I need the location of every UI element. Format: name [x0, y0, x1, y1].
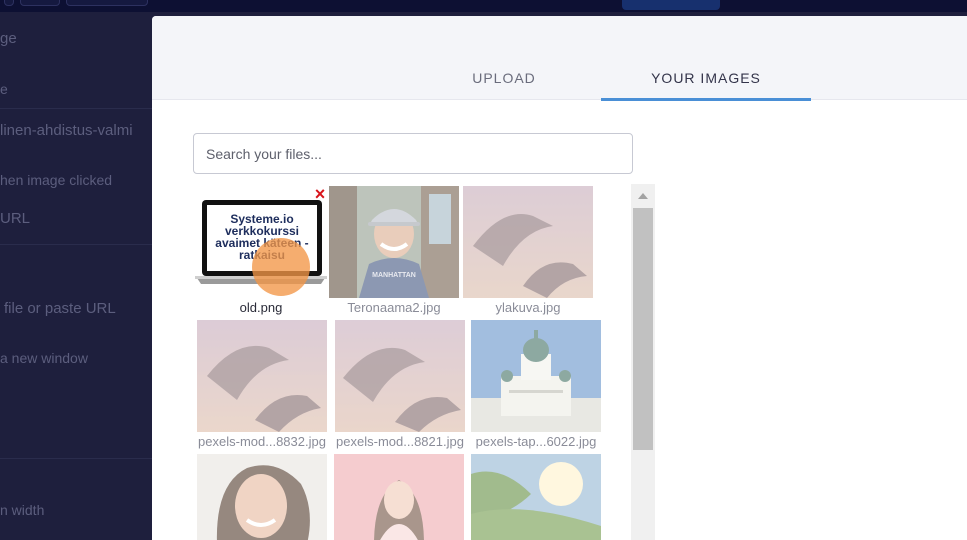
image-tile[interactable]: pexels-mod...8832.jpg — [197, 320, 327, 452]
click-indicator — [252, 238, 310, 296]
image-tile[interactable]: pexels-tap...6022.jpg — [471, 320, 601, 452]
image-name: pexels-mod...8821.jpg — [336, 434, 464, 449]
topbar-active-tab — [622, 0, 720, 10]
image-picker-modal: UPLOAD YOUR IMAGES Systeme.io verkkokurs… — [152, 16, 967, 540]
image-name: old.png — [239, 300, 283, 315]
image-name: Teronaama2.jpg — [347, 300, 441, 315]
bg-divider — [0, 108, 152, 109]
bg-label: linen-ahdistus-valmi — [0, 122, 133, 139]
active-tab-indicator — [601, 98, 811, 101]
scroll-up-arrow-icon[interactable] — [631, 184, 655, 208]
image-thumbnail — [471, 454, 601, 540]
image-dim-overlay — [463, 186, 593, 298]
bg-divider — [0, 458, 152, 459]
bg-label: n width — [0, 502, 45, 518]
editor-topbar — [0, 0, 967, 12]
topbar-button — [66, 0, 148, 6]
image-grid: Systeme.io verkkokurssi avaimet käteen -… — [195, 185, 615, 540]
modal-header: UPLOAD YOUR IMAGES — [152, 16, 967, 101]
image-tile[interactable]: MANHATTAN Teronaama2.jpg — [329, 186, 459, 318]
topbar-button — [4, 0, 14, 6]
image-thumbnail — [334, 454, 464, 540]
bg-divider — [0, 244, 152, 245]
image-thumbnail — [335, 320, 465, 432]
image-dim-overlay — [335, 320, 465, 432]
topbar-button — [20, 0, 60, 6]
tab-your-images[interactable]: YOUR IMAGES — [601, 70, 811, 101]
image-dim-overlay — [329, 186, 459, 298]
image-tile[interactable]: pexels-mod...8821.jpg — [335, 320, 465, 452]
image-tile[interactable] — [197, 454, 327, 540]
image-dim-overlay — [197, 454, 327, 540]
bg-label: ge — [0, 30, 17, 47]
image-list-scrollbar[interactable] — [631, 184, 655, 540]
image-dim-overlay — [197, 320, 327, 432]
tab-upload[interactable]: UPLOAD — [444, 70, 564, 100]
image-tile[interactable] — [334, 454, 464, 540]
image-name: ylakuva.jpg — [495, 300, 561, 315]
tab-upload-label: UPLOAD — [472, 70, 536, 86]
tab-your-images-label: YOUR IMAGES — [651, 70, 761, 86]
image-tile[interactable] — [471, 454, 601, 540]
image-thumbnail — [471, 320, 601, 432]
image-dim-overlay — [334, 454, 464, 540]
image-thumbnail — [197, 320, 327, 432]
image-name: pexels-mod...8832.jpg — [198, 434, 326, 449]
image-thumbnail — [463, 186, 593, 298]
scrollbar-thumb[interactable] — [633, 208, 653, 450]
image-name: pexels-tap...6022.jpg — [475, 434, 597, 449]
image-dim-overlay — [471, 454, 601, 540]
image-thumbnail — [197, 454, 327, 540]
image-thumbnail: MANHATTAN — [329, 186, 459, 298]
bg-label: e — [0, 81, 8, 97]
bg-label: file or paste URL — [4, 300, 116, 317]
bg-label: a new window — [0, 350, 88, 366]
search-input[interactable] — [193, 133, 633, 174]
image-tile[interactable]: ylakuva.jpg — [463, 186, 593, 318]
image-dim-overlay — [471, 320, 601, 432]
bg-label: URL — [0, 210, 31, 227]
bg-label: hen image clicked — [0, 172, 113, 188]
settings-panel-background: ge e linen-ahdistus-valmi hen image clic… — [0, 12, 152, 540]
delete-image-icon[interactable]: × — [313, 185, 327, 203]
